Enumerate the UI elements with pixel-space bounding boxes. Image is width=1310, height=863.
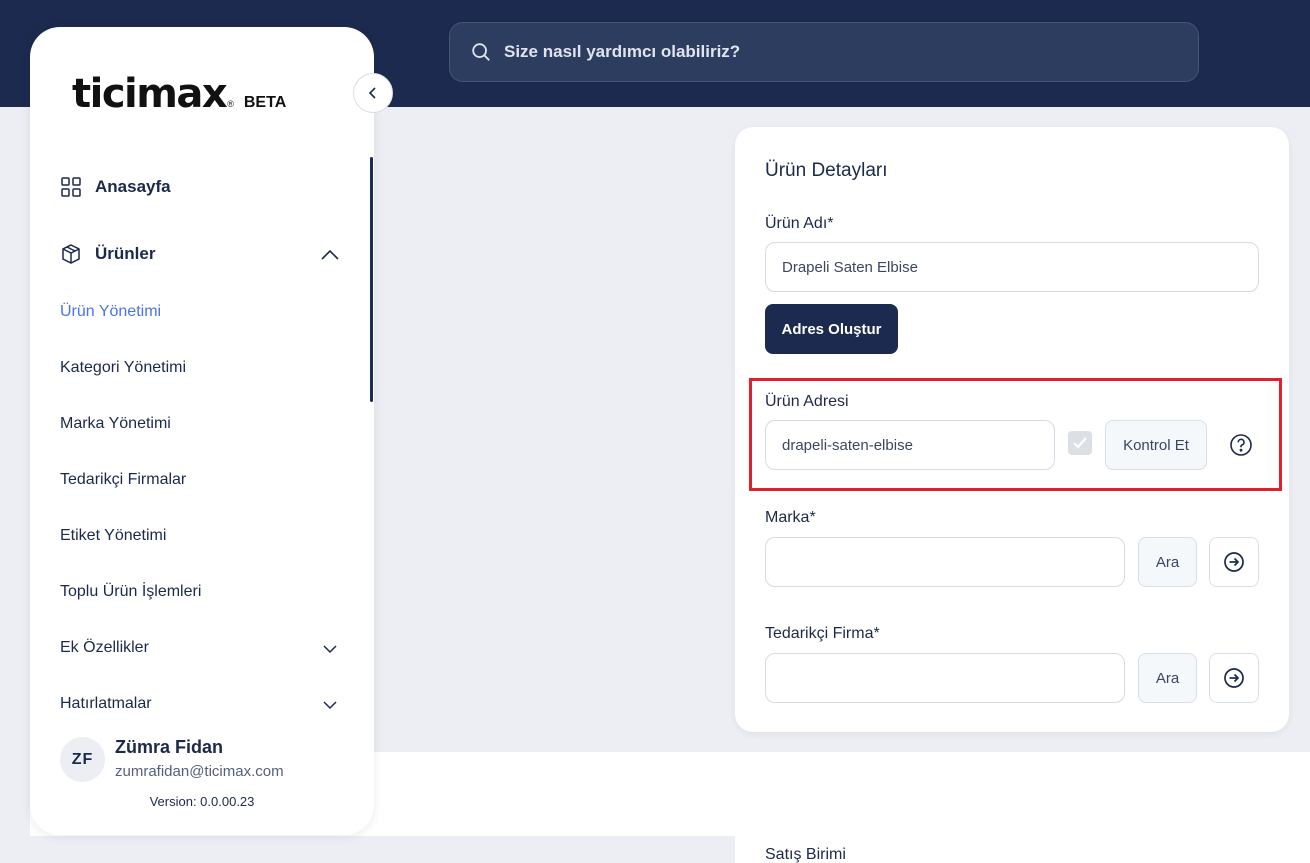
arrow-right-circle-icon [1224,552,1244,572]
sidebar-item-hatirlatmalar[interactable]: Hatırlatmalar [60,695,152,713]
supplier-go-button[interactable] [1209,653,1259,703]
product-name-label: Ürün Adı* [765,215,834,232]
search-bar[interactable]: Size nasıl yardımcı olabiliriz? [449,22,1199,82]
collapse-sidebar-button[interactable] [353,73,393,113]
sidebar-item-kategori-yonetimi[interactable]: Kategori Yönetimi [60,359,186,377]
sidebar-item-etiket-yonetimi[interactable]: Etiket Yönetimi [60,527,166,545]
product-name-input[interactable]: Drapeli Saten Elbise [765,242,1259,292]
brand-label: Marka* [765,509,816,526]
chevron-left-icon [368,87,376,99]
sidebar-item-ek-ozellikler[interactable]: Ek Özellikler [60,639,149,657]
sales-unit-label: Satış Birimi [765,846,846,863]
user-profile[interactable]: ZF Zümra Fidan zumrafidan@ticimax.com [60,737,350,787]
supplier-label: Tedarikçi Firma* [765,625,880,642]
user-email: zumrafidan@ticimax.com [115,763,284,780]
brand-search-button[interactable]: Ara [1138,537,1197,587]
user-name: Zümra Fidan [115,737,224,757]
supplier-input[interactable] [765,653,1125,703]
logo-text: ticimax [72,71,228,117]
chevron-down-icon[interactable] [319,694,341,716]
registered-mark: ® [227,99,234,109]
create-address-button[interactable]: Adres Oluştur [765,304,898,354]
sidebar-item-toplu-urun-islemleri[interactable]: Toplu Ürün İşlemleri [60,583,201,601]
grid-icon [61,177,81,197]
sidebar-scrollbar[interactable] [370,157,373,402]
sidebar-item-tedarikci-firmalar[interactable]: Tedarikçi Firmalar [60,471,186,489]
sidebar: ticimax ® BETA Anasayfa Ürünler Ürün Yön… [30,27,393,835]
logo[interactable]: ticimax ® BETA [72,71,286,117]
brand-input[interactable] [765,537,1125,587]
chevron-down-icon[interactable] [319,638,341,660]
chevron-up-icon[interactable] [319,244,341,266]
sidebar-item-urun-yonetimi[interactable]: Ürün Yönetimi [60,303,161,321]
brand-go-button[interactable] [1209,537,1259,587]
avatar: ZF [60,737,105,782]
box-icon [62,244,80,264]
version-text: Version: 0.0.00.23 [149,794,255,809]
sidebar-item-label: Anasayfa [95,177,171,196]
search-placeholder: Size nasıl yardımcı olabiliriz? [504,42,741,61]
arrow-right-circle-icon [1224,668,1244,688]
card-title: Ürün Detayları [765,160,888,181]
sidebar-item-marka-yonetimi[interactable]: Marka Yönetimi [60,415,171,433]
sidebar-item-urunler[interactable]: Ürünler [60,243,155,265]
beta-badge: BETA [243,94,287,111]
sidebar-item-label: Ürünler [95,244,156,263]
highlight-box [749,378,1282,491]
supplier-search-button[interactable]: Ara [1138,653,1197,703]
sidebar-item-anasayfa[interactable]: Anasayfa [60,176,171,198]
search-icon [472,43,490,61]
